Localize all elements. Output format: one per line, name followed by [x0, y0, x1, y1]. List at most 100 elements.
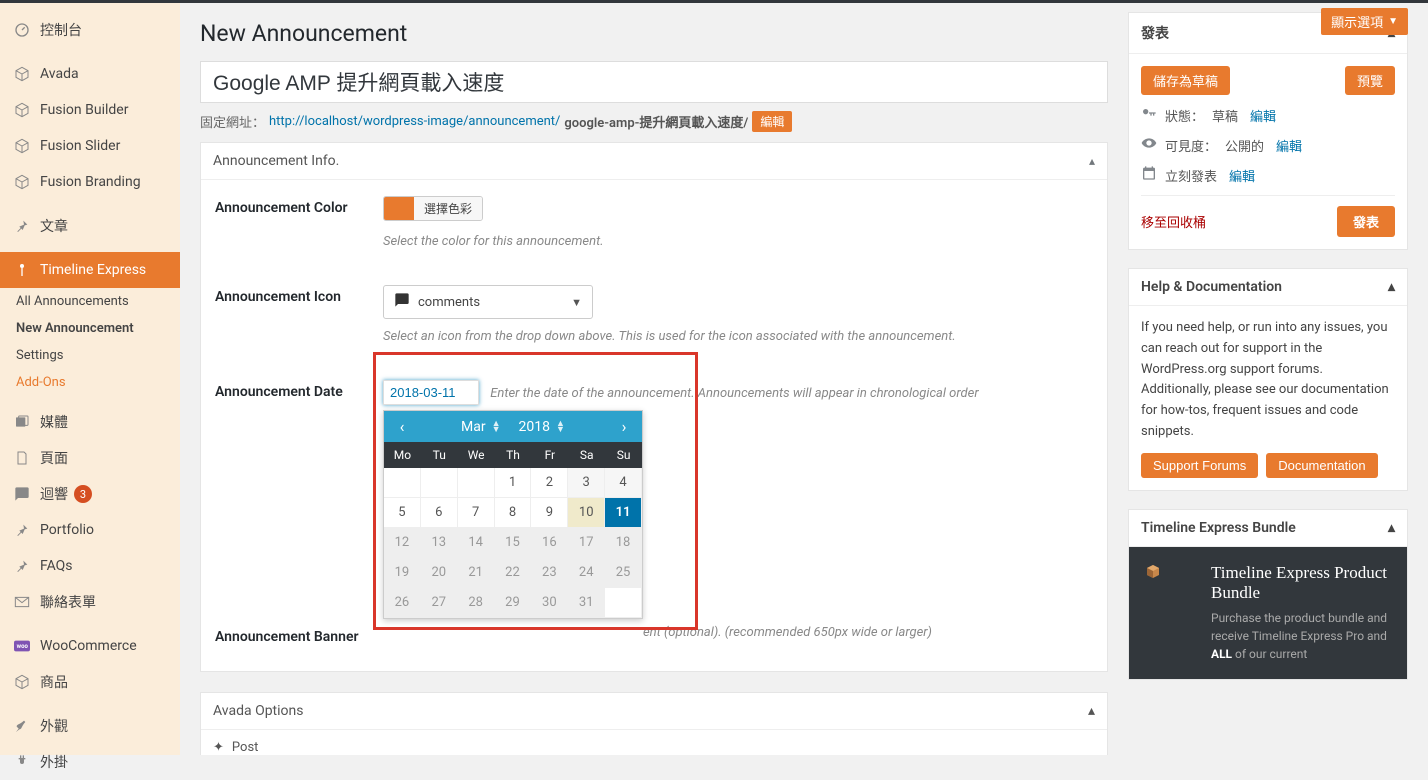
calendar-day[interactable]: 1	[495, 468, 532, 498]
metabox-title: Announcement Info.	[213, 153, 339, 169]
permalink-row: 固定網址： http://localhost/wordpress-image/a…	[200, 111, 1108, 132]
calendar-day[interactable]: 3	[568, 468, 605, 498]
calendar-day[interactable]: 4	[605, 468, 642, 498]
calendar-day[interactable]: 11	[605, 498, 642, 528]
screen-options-toggle[interactable]: 顯示選項 ▼	[1321, 8, 1408, 35]
sidebar-sub-item[interactable]: Add-Ons	[0, 369, 180, 396]
sidebar-item-fusion-builder[interactable]: Fusion Builder	[0, 92, 180, 128]
bundle-title: Timeline Express Bundle	[1141, 520, 1296, 536]
help-text: If you need help, or run into any issues…	[1141, 318, 1395, 443]
sidebar-item-avada[interactable]: Avada	[0, 56, 180, 92]
save-draft-button[interactable]: 儲存為草稿	[1141, 66, 1230, 95]
sidebar-item-外觀[interactable]: 外觀	[0, 708, 180, 744]
calendar-dow: We	[458, 442, 495, 468]
sidebar-item-faqs[interactable]: FAQs	[0, 548, 180, 584]
sidebar-item-woocommerce[interactable]: wooWooCommerce	[0, 628, 180, 664]
sidebar-item-迴響[interactable]: 迴響3	[0, 476, 180, 512]
sidebar-sub-item[interactable]: All Announcements	[0, 288, 180, 315]
sidebar-item-portfolio[interactable]: Portfolio	[0, 512, 180, 548]
avada-tab-post[interactable]: ✦ Post	[201, 730, 1107, 755]
edit-visibility-link[interactable]: 編輯	[1276, 136, 1302, 155]
edit-permalink-button[interactable]: 編輯	[752, 111, 792, 132]
edit-status-link[interactable]: 編輯	[1250, 106, 1276, 125]
documentation-button[interactable]: Documentation	[1266, 453, 1377, 478]
announcement-date-input[interactable]	[383, 380, 479, 405]
calendar-day: 21	[458, 558, 495, 588]
year-select[interactable]: 2018 ▲▼	[519, 419, 565, 435]
calendar-dow: Sa	[568, 442, 605, 468]
calendar-day: 28	[458, 588, 495, 618]
field-label-icon: Announcement Icon	[215, 285, 383, 305]
permalink-slug: google-amp-提升網頁載入速度/	[564, 112, 748, 131]
calendar-day[interactable]: 5	[384, 498, 421, 528]
calendar-day: 30	[531, 588, 568, 618]
prev-month-button[interactable]: ‹	[388, 417, 416, 436]
box-toggle[interactable]: ▴	[1388, 279, 1395, 295]
sidebar-item-聯絡表單[interactable]: 聯絡表單	[0, 584, 180, 620]
sidebar-sub-item[interactable]: New Announcement	[0, 315, 180, 342]
sidebar-sub-item[interactable]: Settings	[0, 342, 180, 369]
field-hint: Select an icon from the drop down above.…	[383, 329, 1093, 344]
sidebar-item-timeline-express[interactable]: Timeline Express	[0, 252, 180, 288]
calendar-dow: Mo	[384, 442, 421, 468]
pin-icon	[12, 520, 32, 540]
sidebar-item-fusion-slider[interactable]: Fusion Slider	[0, 128, 180, 164]
field-label-date: Announcement Date	[215, 380, 383, 400]
sidebar-item-控制台[interactable]: 控制台	[0, 12, 180, 48]
sidebar-item-fusion-branding[interactable]: Fusion Branding	[0, 164, 180, 200]
metabox-toggle[interactable]: ▴	[1088, 703, 1095, 719]
month-select[interactable]: Mar ▲▼	[461, 419, 501, 435]
chevron-down-icon: ▼	[571, 296, 582, 309]
chevron-down-icon: ▼	[1388, 16, 1398, 27]
woo-icon: woo	[12, 636, 32, 656]
calendar-day[interactable]: 9	[531, 498, 568, 528]
pin-icon	[12, 556, 32, 576]
color-swatch	[384, 197, 414, 220]
support-forums-button[interactable]: Support Forums	[1141, 453, 1258, 478]
sidebar-item-頁面[interactable]: 頁面	[0, 440, 180, 476]
permalink-base[interactable]: http://localhost/wordpress-image/announc…	[269, 114, 560, 129]
cube-icon	[12, 64, 32, 84]
plug-icon	[12, 752, 32, 772]
calendar-day[interactable]: 7	[458, 498, 495, 528]
calendar-day[interactable]: 10	[568, 498, 605, 528]
icon-select-dropdown[interactable]: comments ▼	[383, 285, 593, 319]
sidebar-item-媒體[interactable]: 媒體	[0, 404, 180, 440]
color-picker-button[interactable]: 選擇色彩	[383, 196, 483, 221]
eye-icon	[1141, 135, 1157, 155]
media-icon	[12, 412, 32, 432]
date-picker: ‹ Mar ▲▼ 2018 ▲▼	[383, 410, 643, 619]
preview-button[interactable]: 預覽	[1345, 66, 1395, 95]
sidebar-item-文章[interactable]: 文章	[0, 208, 180, 244]
bundle-promo-title: Timeline Express Product Bundle	[1211, 563, 1391, 603]
metabox-toggle[interactable]: ▴	[1089, 154, 1095, 168]
sidebar-item-外掛[interactable]: 外掛	[0, 744, 180, 780]
box-icon	[1145, 563, 1197, 615]
calendar-day: 31	[568, 588, 605, 618]
calendar-day[interactable]: 6	[421, 498, 458, 528]
calendar-day[interactable]: 2	[531, 468, 568, 498]
publish-title: 發表	[1141, 23, 1169, 43]
calendar-day: 20	[421, 558, 458, 588]
cube-icon	[12, 100, 32, 120]
calendar-day: 24	[568, 558, 605, 588]
calendar-dow: Th	[495, 442, 532, 468]
field-label-banner: Announcement Banner	[215, 625, 383, 645]
calendar-empty	[458, 468, 495, 498]
next-month-button[interactable]: ›	[610, 417, 638, 436]
calendar-day: 22	[495, 558, 532, 588]
calendar-day: 29	[495, 588, 532, 618]
announcement-title-input[interactable]	[200, 61, 1108, 103]
calendar-day: 12	[384, 528, 421, 558]
edit-schedule-link[interactable]: 編輯	[1229, 166, 1255, 185]
main-content: 顯示選項 ▼ New Announcement 固定網址： http://loc…	[180, 0, 1428, 755]
publish-button[interactable]: 發表	[1337, 206, 1395, 237]
admin-sidebar: 控制台 AvadaFusion BuilderFusion SliderFusio…	[0, 0, 180, 755]
box-toggle[interactable]: ▴	[1388, 520, 1395, 536]
page-icon	[12, 448, 32, 468]
calendar-day: 14	[458, 528, 495, 558]
sidebar-item-商品[interactable]: 商品	[0, 664, 180, 700]
mail-icon	[12, 592, 32, 612]
calendar-day[interactable]: 8	[495, 498, 532, 528]
move-to-trash-link[interactable]: 移至回收桶	[1141, 212, 1206, 231]
